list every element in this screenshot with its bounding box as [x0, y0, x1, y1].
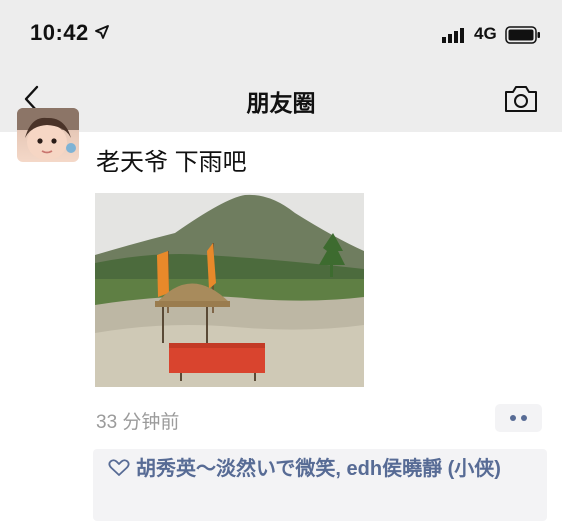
- likes-panel: 胡秀英～淡然いで微笑, edh侯曉靜 (小侠): [93, 449, 547, 521]
- avatar[interactable]: [17, 108, 79, 162]
- likes-line: 胡秀英～淡然いで微笑, edh侯曉靜 (小侠): [108, 455, 538, 484]
- more-dots-icon: [510, 415, 516, 421]
- post-timestamp: 33 分钟前: [96, 412, 180, 433]
- avatar-image: [17, 108, 79, 160]
- page-title: 朋友圈: [246, 90, 316, 116]
- battery-icon: [505, 26, 540, 44]
- signal-icon: [442, 28, 464, 43]
- likes-names[interactable]: 胡秀英～淡然いで微笑, edh侯曉靜 (小侠): [136, 458, 501, 480]
- more-actions-button[interactable]: [495, 404, 542, 432]
- network-type: 4G: [474, 24, 497, 43]
- post-text: 老天爷 下雨吧: [96, 149, 247, 176]
- status-time: 10:42: [30, 20, 89, 45]
- location-arrow-icon: [95, 25, 109, 39]
- nav-bar: 朋友圈: [0, 64, 562, 132]
- status-bar: 10:42 4G: [0, 0, 562, 64]
- camera-icon[interactable]: [503, 84, 539, 114]
- more-dots-icon-dot: [521, 415, 527, 421]
- heart-outline-icon: [108, 459, 130, 476]
- post-photo[interactable]: [95, 193, 364, 387]
